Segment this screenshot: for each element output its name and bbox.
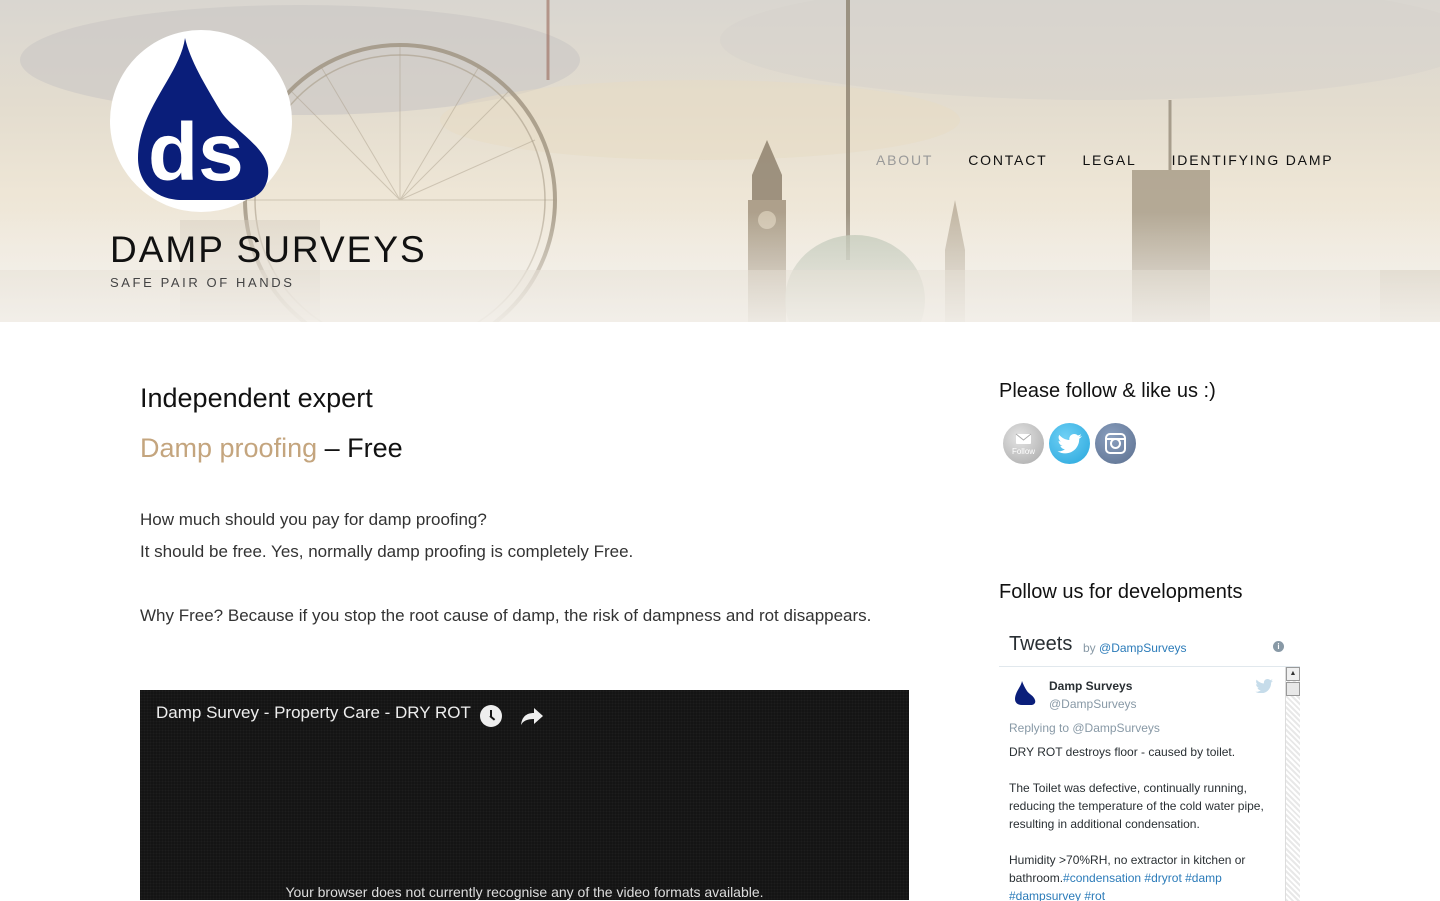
watch-later-icon[interactable]	[480, 705, 502, 727]
tweet-line-2: The Toilet was defective, continually ru…	[1009, 781, 1264, 831]
nav-about[interactable]: ABOUT	[876, 152, 933, 168]
tweets-title: Tweets	[1009, 633, 1073, 655]
twitter-logo-icon[interactable]	[1255, 679, 1273, 693]
video-player[interactable]: Damp Survey - Property Care - DRY ROT Yo…	[140, 690, 909, 900]
share-icon[interactable]	[520, 705, 544, 727]
tweets-scrollbar[interactable]: ▲	[1285, 667, 1300, 901]
instagram-icon[interactable]	[1095, 423, 1136, 464]
site-tagline: SAFE PAIR OF HANDS	[110, 275, 295, 290]
tweets-by: by @DampSurveys	[1083, 641, 1187, 655]
nav-identifying-damp[interactable]: IDENTIFYING DAMP	[1172, 152, 1334, 168]
tweet-hashtags-a[interactable]: #condensation #dryrot #damp	[1063, 871, 1222, 885]
main-content: Independent expert Damp proofing – Free …	[140, 380, 910, 632]
tweet-text: DRY ROT destroys floor - caused by toile…	[1009, 743, 1274, 901]
nav-contact[interactable]: CONTACT	[968, 152, 1047, 168]
avatar[interactable]	[1011, 679, 1039, 707]
main-navigation: ABOUT CONTACT LEGAL IDENTIFYING DAMP	[876, 152, 1333, 168]
tweet-line-1: DRY ROT destroys floor - caused by toile…	[1009, 745, 1236, 759]
site-title[interactable]: DAMP SURVEYS	[110, 229, 427, 271]
tweets-header: Tweets by @DampSurveys i	[999, 629, 1300, 667]
intro-line-1: How much should you pay for damp proofin…	[140, 510, 487, 529]
social-buttons: Follow	[1003, 423, 1300, 464]
email-follow-icon[interactable]: Follow	[1003, 423, 1044, 464]
developments-heading: Follow us for developments	[999, 581, 1243, 603]
camera-icon	[1105, 433, 1126, 454]
scroll-thumb[interactable]	[1286, 682, 1300, 696]
site-logo[interactable]: ds	[110, 30, 292, 212]
intro-paragraph: How much should you pay for damp proofin…	[140, 504, 910, 568]
tweet-author-handle[interactable]: @DampSurveys	[1049, 697, 1137, 711]
video-format-message: Your browser does not currently recognis…	[285, 884, 764, 900]
page-heading: Independent expert	[140, 383, 373, 413]
tweet-reply-to[interactable]: Replying to @DampSurveys	[1009, 721, 1160, 735]
tweet-item[interactable]: Damp Surveys @DampSurveys Replying to @D…	[999, 667, 1285, 901]
avatar-logo-icon	[1015, 681, 1036, 705]
twitter-timeline-widget: Tweets by @DampSurveys i Damp Surveys @D…	[999, 628, 1300, 901]
intro-line-2: It should be free. Yes, normally damp pr…	[140, 542, 634, 561]
info-icon[interactable]: i	[1273, 641, 1284, 652]
site-header: ds DAMP SURVEYS SAFE PAIR OF HANDS ABOUT…	[0, 0, 1440, 322]
subheading-suffix: – Free	[317, 433, 403, 463]
video-title[interactable]: Damp Survey - Property Care - DRY ROT	[156, 703, 471, 723]
tweets-by-handle-link[interactable]: @DampSurveys	[1099, 641, 1187, 655]
twitter-icon[interactable]	[1049, 423, 1090, 464]
damp-proofing-link[interactable]: Damp proofing	[140, 433, 317, 463]
follow-heading: Please follow & like us :)	[999, 380, 1216, 402]
tweets-by-prefix: by	[1083, 641, 1100, 655]
scroll-up-arrow-icon[interactable]: ▲	[1286, 667, 1300, 681]
twitter-bird-icon	[1057, 434, 1082, 454]
water-drop-logo-icon: ds	[138, 38, 269, 200]
logo-letters: ds	[148, 107, 244, 198]
sidebar: Please follow & like us :) Follow Follow…	[999, 380, 1300, 901]
tweet-hashtags-b[interactable]: #dampsurvey #rot	[1009, 889, 1105, 901]
page-subheading: Damp proofing – Free	[140, 430, 910, 466]
why-free-paragraph: Why Free? Because if you stop the root c…	[140, 606, 872, 625]
tweet-author-name[interactable]: Damp Surveys	[1049, 679, 1132, 693]
tweet-line-3: Humidity >70%RH, no extractor in kitchen…	[1009, 851, 1274, 901]
follow-label: Follow	[1011, 447, 1036, 456]
nav-legal[interactable]: LEGAL	[1082, 152, 1136, 168]
envelope-icon	[1015, 433, 1032, 444]
